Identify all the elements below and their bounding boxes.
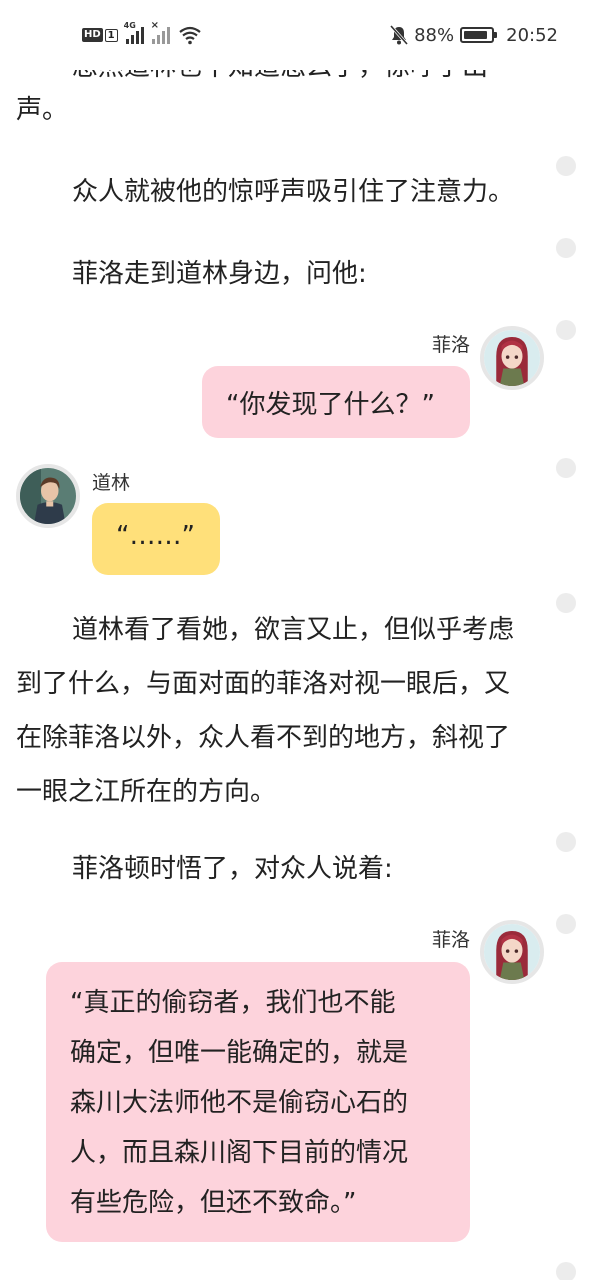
paragraph-1: 众人就被他的惊呼声吸引住了注意力。 <box>16 165 556 219</box>
paragraph-comment-dot[interactable] <box>556 914 576 934</box>
clock-time: 20:52 <box>506 24 558 46</box>
avatar-feiluo[interactable] <box>480 326 544 390</box>
battery-percent: 88% <box>414 24 455 46</box>
avatar-daolin[interactable] <box>16 464 80 528</box>
paragraph-1-text: 众人就被他的惊呼声吸引住了注意力。 <box>72 177 515 207</box>
chat-bubble-line: 有些危险，但还不致命。” <box>70 1188 357 1218</box>
wifi-icon <box>178 26 201 45</box>
paragraph-0-text: 声。 <box>16 95 69 125</box>
paragraph-comment-dot[interactable] <box>556 156 576 176</box>
girl-avatar-icon <box>484 924 540 980</box>
chat-bubble-line: 森川大法师他不是偷窃心石的 <box>70 1088 409 1118</box>
paragraph-2: 菲洛走到道林身边，问他: <box>16 247 556 301</box>
status-left-icons: HD 1 4G × <box>82 20 202 48</box>
paragraph-3-line: 在除菲洛以外，众人看不到的地方，斜视了 <box>16 723 511 753</box>
paragraph-comment-dot[interactable] <box>556 458 576 478</box>
hd-voice-icon: HD 1 <box>82 28 118 42</box>
avatar-feiluo[interactable] <box>480 920 544 984</box>
signal-4g-icon: 4G <box>124 21 144 44</box>
chat-bubble-feiluo-long: “真正的偷窃者，我们也不能 确定，但唯一能确定的，就是 森川大法师他不是偷窃心石… <box>46 962 470 1242</box>
paragraph-3-line: 一眼之江所在的方向。 <box>16 777 277 807</box>
mute-bell-icon <box>390 25 409 45</box>
chat-bubble-text: “你发现了什么？” <box>226 390 435 420</box>
status-bar: HD 1 4G × 88% 20:52 <box>0 0 590 70</box>
chat-bubble-line: 确定，但唯一能确定的，就是 <box>70 1038 409 1068</box>
speaker-name: 道林 <box>92 472 131 494</box>
battery-fill <box>464 31 487 39</box>
paragraph-3-line: 道林看了看她，欲言又止，但似乎考虑 <box>72 615 515 645</box>
paragraph-comment-dot[interactable] <box>556 593 576 613</box>
paragraph-3-line: 到了什么，与面对面的菲洛对视一眼后，又 <box>16 669 511 699</box>
chat-bubble-line: “真正的偷窃者，我们也不能 <box>70 988 396 1018</box>
speaker-name: 菲洛 <box>431 929 470 951</box>
paragraph-comment-dot[interactable] <box>556 320 576 340</box>
sim-label: 1 <box>104 28 118 42</box>
network-type-label: 4G <box>123 21 136 30</box>
battery-icon <box>460 27 498 43</box>
paragraph-4: 菲洛顿时悟了，对众人说着: <box>16 842 556 896</box>
signal-no-service-icon: × <box>151 20 170 44</box>
paragraph-2-text: 菲洛走到道林身边，问他: <box>72 259 367 289</box>
boy-avatar-icon <box>20 468 76 524</box>
paragraph-3: 道林看了看她，欲言又止，但似乎考虑 到了什么，与面对面的菲洛对视一眼后，又 在除… <box>16 603 556 819</box>
paragraph-comment-dot[interactable] <box>556 238 576 258</box>
status-right-icons: 88% 20:52 <box>390 22 558 48</box>
paragraph-comment-dot[interactable] <box>556 1262 576 1280</box>
speaker-name: 菲洛 <box>431 334 470 356</box>
girl-avatar-icon <box>484 330 540 386</box>
paragraph-4-text: 菲洛顿时悟了，对众人说着: <box>72 854 393 884</box>
chat-bubble-text: “……” <box>116 521 195 551</box>
chat-bubble-daolin: “……” <box>92 503 220 575</box>
paragraph-comment-dot[interactable] <box>556 832 576 852</box>
hd-label: HD <box>82 28 103 42</box>
chat-bubble-feiluo: “你发现了什么？” <box>202 366 470 438</box>
chat-bubble-line: 人，而且森川阁下目前的情况 <box>70 1138 409 1168</box>
